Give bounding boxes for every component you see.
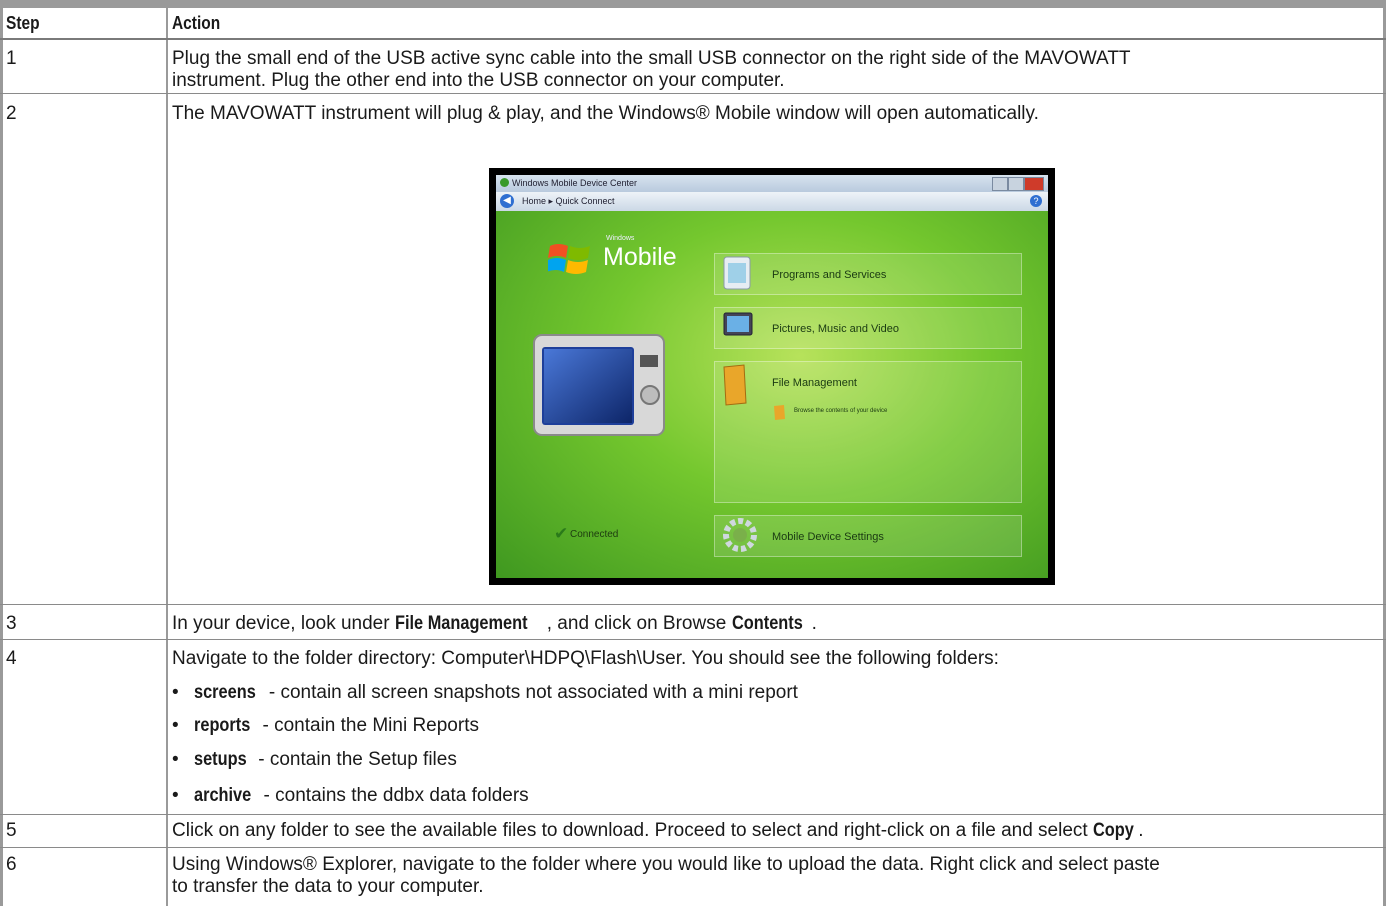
text-segment: - contains the ddbx data folders xyxy=(258,785,529,806)
text-segment: In your device, look under xyxy=(172,613,395,634)
maximize-icon xyxy=(1008,177,1024,191)
step-number: 3 xyxy=(6,613,17,634)
step-number: 4 xyxy=(6,648,17,669)
breadcrumb: Home ▸ Quick Connect xyxy=(522,196,615,206)
window-controls xyxy=(992,177,1044,191)
mobile-device-settings-label: Mobile Device Settings xyxy=(772,531,884,543)
step-number: 2 xyxy=(6,103,17,124)
step-text: Using Windows® Explorer, navigate to the… xyxy=(172,854,1160,875)
file-management-label: File Management xyxy=(772,377,857,389)
windows-logo-icon xyxy=(548,244,590,274)
settings-gear-icon xyxy=(723,518,757,552)
bullet-icon: • xyxy=(172,715,179,736)
bold-term: setups xyxy=(194,749,247,770)
window-titlebar: Windows Mobile Device Center xyxy=(496,175,1048,192)
close-icon xyxy=(1024,177,1044,191)
list-item: reports - contain the Mini Reports xyxy=(194,715,479,737)
bold-term: reports xyxy=(194,715,251,736)
bullet-icon: • xyxy=(172,682,179,703)
mobile-device-icon xyxy=(533,334,665,436)
header-action: Action xyxy=(172,13,221,33)
connection-status: Connected xyxy=(570,529,619,540)
step-text: In your device, look under File Manageme… xyxy=(172,613,817,635)
programs-icon xyxy=(723,256,751,290)
connected-check-icon: ✔ xyxy=(554,524,569,543)
bold-term: screens xyxy=(194,682,256,703)
browse-contents-link: Browse the contents of your device xyxy=(794,408,888,414)
text-segment: , and click on Browse xyxy=(546,613,732,634)
text-segment: - contain the Mini Reports xyxy=(257,715,479,736)
text-segment: - contain all screen snapshots not assoc… xyxy=(263,682,798,703)
column-divider xyxy=(166,8,168,906)
step-text: Click on any folder to see the available… xyxy=(172,820,1143,842)
bold-term: File Management xyxy=(394,613,528,634)
step-number: 1 xyxy=(6,48,17,69)
back-arrow-icon: ◀ xyxy=(500,194,514,208)
table-top-border xyxy=(0,0,1386,8)
header-divider xyxy=(0,38,1386,40)
step-text: to transfer the data to your computer. xyxy=(172,876,484,897)
list-item: archive - contains the ddbx data folders xyxy=(194,785,529,807)
text-segment: . xyxy=(1138,820,1144,841)
text-segment: - contain the Setup files xyxy=(252,749,457,770)
header-step: Step xyxy=(6,13,40,33)
pictures-music-video-label: Pictures, Music and Video xyxy=(772,323,899,335)
file-management-item xyxy=(714,361,1022,503)
row-divider xyxy=(0,93,1386,94)
table-left-border xyxy=(0,8,3,906)
row-divider xyxy=(0,814,1386,815)
browse-icon xyxy=(774,405,785,420)
step-number: 6 xyxy=(6,854,17,875)
bullet-icon: • xyxy=(172,749,179,770)
window-navbar: ◀ Home ▸ Quick Connect ? xyxy=(496,192,1048,211)
step-text: Plug the small end of the USB active syn… xyxy=(172,48,1131,69)
media-icon xyxy=(723,312,753,336)
bullet-icon: • xyxy=(172,785,179,806)
text-segment: . xyxy=(811,613,817,634)
help-icon: ? xyxy=(1030,195,1042,207)
brand-small: Windows xyxy=(606,235,635,242)
list-item: setups - contain the Setup files xyxy=(194,749,457,771)
app-icon xyxy=(500,178,509,187)
minimize-icon xyxy=(992,177,1008,191)
bold-term: Contents xyxy=(731,613,803,634)
list-item: screens - contain all screen snapshots n… xyxy=(194,682,798,704)
brand-name: Mobile xyxy=(603,243,677,271)
folder-icon xyxy=(723,364,747,406)
device-center-window: Windows Mobile Device Center ◀ Home ▸ Qu… xyxy=(496,175,1048,578)
device-center-screenshot: Windows Mobile Device Center ◀ Home ▸ Qu… xyxy=(489,168,1055,585)
row-divider xyxy=(0,604,1386,605)
row-divider xyxy=(0,639,1386,640)
bold-term: Copy xyxy=(1092,820,1134,841)
step-text: Navigate to the folder directory: Comput… xyxy=(172,648,999,669)
text-segment: Click on any folder to see the available… xyxy=(172,820,1093,841)
window-title: Windows Mobile Device Center xyxy=(512,178,638,188)
programs-and-services-label: Programs and Services xyxy=(772,269,887,281)
step-text: The MAVOWATT instrument will plug & play… xyxy=(172,103,1039,124)
step-text: instrument. Plug the other end into the … xyxy=(172,70,785,91)
bold-term: archive xyxy=(194,785,252,806)
row-divider xyxy=(0,847,1386,848)
step-number: 5 xyxy=(6,820,17,841)
